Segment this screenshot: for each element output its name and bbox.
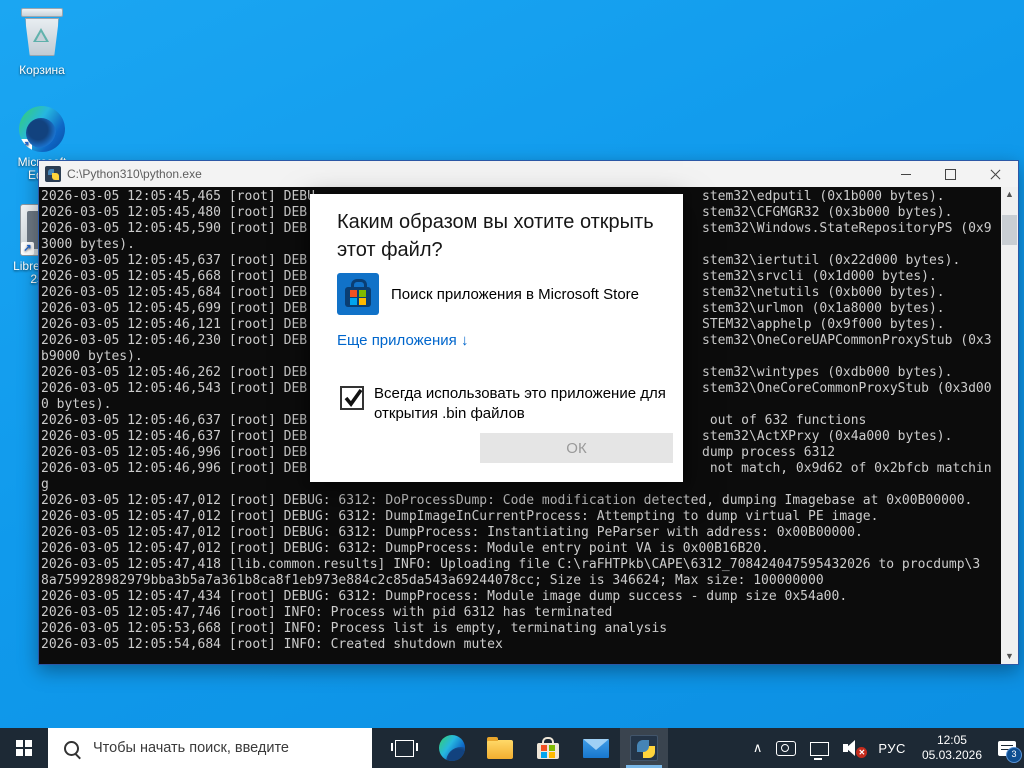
more-apps-link[interactable]: Еще приложения ↓ <box>337 332 468 349</box>
task-view-icon <box>395 740 414 757</box>
tray-meet-now[interactable] <box>769 728 803 768</box>
console-line: 2026-03-05 12:05:47,012 [root] DEBUG: 63… <box>41 509 1018 525</box>
always-use-label: Всегда использовать это приложение для о… <box>374 384 670 424</box>
shortcut-arrow-icon: ↗ <box>19 139 32 152</box>
console-titlebar[interactable]: C:\Python310\python.exe <box>39 161 1018 187</box>
scrollbar-thumb[interactable] <box>1002 215 1017 245</box>
volume-muted-icon: ✕ <box>843 740 863 756</box>
console-line: 2026-03-05 12:05:54,684 [root] INFO: Cre… <box>41 637 1018 653</box>
console-scrollbar[interactable]: ▲ ▼ <box>1001 187 1018 664</box>
maximize-icon <box>945 169 956 180</box>
console-line: 2026-03-05 12:05:47,012 [root] DEBUG: 63… <box>41 541 1018 557</box>
desktop-icon-recycle-bin[interactable]: Корзина <box>10 8 74 77</box>
search-input[interactable] <box>91 739 365 757</box>
taskbar-explorer-button[interactable] <box>476 728 524 768</box>
maximize-button[interactable] <box>928 161 973 187</box>
edge-icon <box>439 735 465 761</box>
console-line: 2026-03-05 12:05:47,418 [lib.common.resu… <box>41 557 1018 573</box>
start-button[interactable] <box>0 728 48 768</box>
edge-icon: ↗ <box>19 106 65 152</box>
python-console-icon <box>630 735 658 761</box>
chevron-up-icon: ∧ <box>753 728 763 768</box>
clock-date: 05.03.2026 <box>922 748 982 763</box>
console-line: 2026-03-05 12:05:47,012 [root] DEBUG: 63… <box>41 525 1018 541</box>
mail-icon <box>583 739 609 758</box>
minimize-icon <box>901 174 911 175</box>
taskbar: ∧ ✕ РУС 12:05 05.03.2026 <box>0 728 1024 768</box>
notification-badge: 3 <box>1006 747 1022 763</box>
tray-expand-button[interactable]: ∧ <box>746 728 770 768</box>
close-button[interactable] <box>973 161 1018 187</box>
dialog-title: Каким образом вы хотите открыть этот фай… <box>337 208 657 264</box>
scroll-up-icon[interactable]: ▲ <box>1001 187 1018 202</box>
language-indicator[interactable]: РУС <box>870 728 914 768</box>
action-center-button[interactable]: 3 <box>990 728 1024 768</box>
taskbar-edge-button[interactable] <box>428 728 476 768</box>
more-apps-label: Еще приложения <box>337 332 457 349</box>
taskbar-mail-button[interactable] <box>572 728 620 768</box>
store-option-row[interactable]: Поиск приложения в Microsoft Store <box>337 273 639 315</box>
taskbar-store-button[interactable] <box>524 728 572 768</box>
mute-badge-icon: ✕ <box>856 747 867 758</box>
windows-logo-icon <box>16 740 32 756</box>
tray-volume[interactable]: ✕ <box>836 728 870 768</box>
recycle-bin-icon <box>20 8 64 60</box>
shortcut-arrow-icon: ↗ <box>21 242 34 255</box>
network-icon <box>810 742 829 756</box>
minimize-button[interactable] <box>883 161 928 187</box>
window-title: C:\Python310\python.exe <box>67 167 883 181</box>
desktop-background: Корзина ↗ Microsoft Edge ↗ LibreOffice 2… <box>0 0 1024 768</box>
close-icon <box>990 169 1001 180</box>
tray-network[interactable] <box>803 728 836 768</box>
clock-time: 12:05 <box>922 733 982 748</box>
taskbar-clock[interactable]: 12:05 05.03.2026 <box>914 728 990 768</box>
python-console-icon <box>45 166 61 182</box>
taskbar-python-console-button[interactable] <box>620 728 668 768</box>
task-view-button[interactable] <box>380 728 428 768</box>
console-line: 8a759928982979bba3b5a7a361b8ca8f1eb973e8… <box>41 573 1018 589</box>
taskbar-search[interactable] <box>48 728 372 768</box>
console-line: 2026-03-05 12:05:47,434 [root] DEBUG: 63… <box>41 589 1018 605</box>
ok-button[interactable]: ОК <box>480 433 673 463</box>
console-line: 2026-03-05 12:05:47,012 [root] DEBUG: 63… <box>41 493 1018 509</box>
always-use-checkbox[interactable] <box>340 386 364 410</box>
desktop-icon-label: Корзина <box>10 64 74 77</box>
check-icon <box>342 386 366 410</box>
file-explorer-icon <box>487 740 513 759</box>
scroll-down-icon[interactable]: ▼ <box>1001 649 1018 664</box>
search-icon <box>64 741 79 756</box>
console-line: 2026-03-05 12:05:53,668 [root] INFO: Pro… <box>41 621 1018 637</box>
console-line: 2026-03-05 12:05:47,746 [root] INFO: Pro… <box>41 605 1018 621</box>
arrow-down-icon: ↓ <box>461 332 469 349</box>
open-with-dialog: Каким образом вы хотите открыть этот фай… <box>310 194 683 482</box>
meet-now-icon <box>776 741 796 756</box>
microsoft-store-icon <box>337 273 379 315</box>
microsoft-store-icon <box>536 736 560 760</box>
store-option-label: Поиск приложения в Microsoft Store <box>391 286 639 303</box>
